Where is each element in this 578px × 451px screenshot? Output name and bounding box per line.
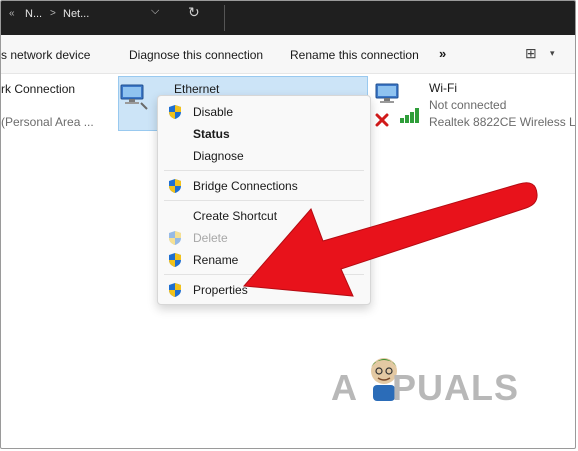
watermark-right: PUALS (392, 367, 520, 408)
screenshot-frame: « N... > Net... ⌵ ↻ s network device Dia… (0, 0, 576, 449)
watermark: A PUALS (331, 367, 519, 409)
watermark-left: A (331, 367, 358, 408)
